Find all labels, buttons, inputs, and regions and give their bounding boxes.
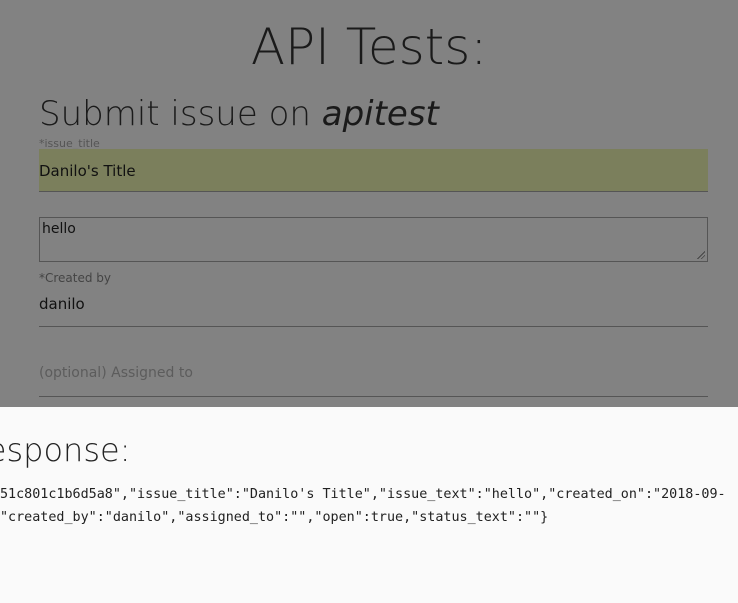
issue-text-textarea[interactable]: hello [39,217,708,262]
resize-grip-icon[interactable] [697,251,705,259]
assigned-to-input[interactable]: (optional) Assigned to [39,357,708,397]
response-json-line: "created_by":"danilo","assigned_to":"","… [0,510,549,525]
response-panel: Response: 51c801c1b6d5a8","issue_title":… [0,407,738,603]
response-heading: Response: [0,431,131,469]
issue-title-value: Danilo's Title [39,162,136,180]
issue-title-input[interactable]: Danilo's Title [39,149,708,192]
page-title: API Tests: [250,18,488,76]
project-name: apitest [321,94,439,134]
page-backdrop: API Tests: Submit issue on apitest *issu… [0,0,738,407]
created-by-input[interactable]: danilo [39,289,708,327]
created-by-value: danilo [39,295,85,313]
form-heading-prefix: Submit issue on [39,94,322,134]
response-json-line: 51c801c1b6d5a8","issue_title":"Danilo's … [0,487,726,502]
form-heading: Submit issue on apitest [39,94,439,134]
issue-text-value: hello [42,221,76,237]
created-by-label: *Created by [39,271,112,285]
assigned-to-placeholder: (optional) Assigned to [39,365,193,381]
